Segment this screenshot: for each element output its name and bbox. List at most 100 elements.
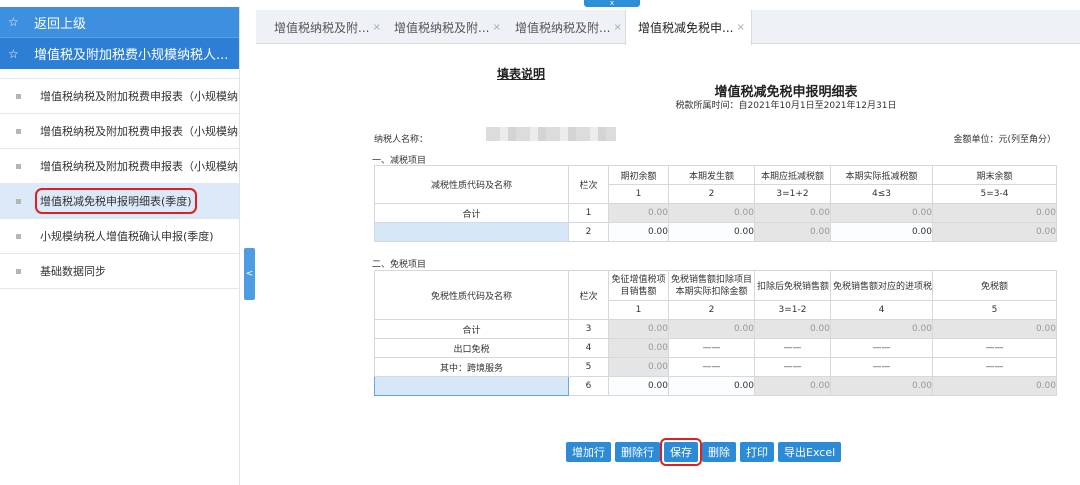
header-actual-deducted: 本期实际抵减税额: [830, 165, 933, 185]
sidebar-back-label: 返回上级: [34, 16, 87, 32]
app-root: x ☆ 返回上级 ☆ 增值税及附加税费小规模纳税人... 增值税纳税及附加税费申…: [0, 0, 1080, 485]
header-input-tax: 免税销售额对应的进项税额: [830, 270, 933, 301]
sidebar-section-header[interactable]: ☆ 增值税及附加税费小规模纳税人...: [0, 37, 239, 69]
star-icon: ☆: [8, 15, 19, 29]
cell-input[interactable]: 0.00: [608, 222, 669, 242]
header-exempt-name: 免税性质代码及名称: [374, 270, 569, 320]
cell-input[interactable]: 0.00: [668, 222, 755, 242]
sidebar-section-label: 增值税及附加税费小规模纳税人...: [34, 48, 229, 63]
row-line: 2: [568, 222, 609, 242]
cell-dash: ——: [932, 357, 1057, 377]
tab-label: 增值税纳税及附...: [394, 20, 490, 35]
form-content: 填表说明 增值税减免税申报明细表 税款所属时间：自2021年10月1日至2021…: [256, 45, 1080, 485]
header-current-amount: 本期发生额: [668, 165, 755, 185]
colnum: 1: [608, 184, 669, 204]
bullet-icon: [16, 93, 21, 99]
cell-value: 0.00: [668, 319, 755, 339]
sidebar-item-vat-return-3[interactable]: 增值税纳税及附加税费申报表（小规模纳...: [0, 149, 239, 184]
table-header-row: 免税性质代码及名称 栏次 免征增值税项目销售额 免税销售额扣除项目本期实际扣除金…: [374, 270, 1057, 320]
cell-input[interactable]: 0.00: [830, 222, 933, 242]
sidebar-item-label: 增值税纳税及附加税费申报表（小规模纳...: [40, 160, 239, 173]
bullet-icon: [16, 233, 21, 239]
cell-input[interactable]: 0.00: [668, 376, 755, 396]
header-closing-balance: 期末余额: [932, 165, 1057, 185]
table-row: 其中：跨境服务 5 0.00 —— —— —— ——: [374, 357, 1057, 377]
section-exempt-label: 二、免税项目: [372, 260, 427, 270]
cell-value: 0.00: [932, 222, 1057, 242]
cell-value: 0.00: [932, 376, 1057, 396]
exempt-table: 免税性质代码及名称 栏次 免征增值税项目销售额 免税销售额扣除项目本期实际扣除金…: [374, 270, 1057, 396]
cell-dash: ——: [932, 338, 1057, 358]
close-icon[interactable]: ×: [613, 22, 621, 33]
cell-value: 0.00: [668, 203, 755, 223]
tab-label: 增值税减免税申...: [638, 21, 734, 35]
cell-value: 0.00: [830, 203, 933, 223]
sidebar-item-reduction-detail[interactable]: 增值税减免税申报明细表(季度): [0, 184, 239, 219]
row-line: 1: [568, 203, 609, 223]
main-area: 增值税纳税及附... × 增值税纳税及附... × 增值税纳税及附... × 增值税减…: [256, 0, 1080, 485]
header-exempt-sales: 免征增值税项目销售额: [608, 270, 669, 301]
cell-value: 0.00: [932, 203, 1057, 223]
row-name: 合计: [374, 319, 569, 339]
row-line: 4: [568, 338, 609, 358]
table-row: 出口免税 4 0.00 —— —— —— ——: [374, 338, 1057, 358]
colnum: 3=1-2: [754, 300, 831, 320]
chevron-left-icon: <: [245, 269, 254, 279]
exempt-code-select[interactable]: [374, 376, 569, 396]
header-line: 栏次: [568, 165, 609, 204]
table-row: 6 0.00 0.00 0.00 0.00 0.00: [374, 376, 1057, 396]
delete-row-button[interactable]: 删除行: [615, 442, 660, 462]
sidebar-item-label: 小规模纳税人增值税确认申报(季度): [40, 230, 214, 243]
tab-vat-return-1[interactable]: 增值税纳税及附... ×: [256, 10, 381, 44]
fill-instructions-link[interactable]: 填表说明: [497, 65, 545, 82]
cell-dash: ——: [754, 357, 831, 377]
table-row: 2 0.00 0.00 0.00 0.00 0.00: [374, 222, 1057, 242]
cell-value: 0.00: [608, 203, 669, 223]
sidebar-collapse-tab[interactable]: <: [244, 248, 255, 300]
header-line: 栏次: [568, 270, 609, 320]
tab-vat-return-3[interactable]: 增值税纳税及附... ×: [497, 10, 622, 44]
header-deduction-amount: 免税销售额扣除项目本期实际扣除金额: [668, 270, 755, 301]
bullet-icon: [16, 268, 21, 274]
cell-input[interactable]: 0.00: [608, 376, 669, 396]
cell-value: 0.00: [830, 319, 933, 339]
row-line: 6: [568, 376, 609, 396]
sidebar-item-vat-return-2[interactable]: 增值税纳税及附加税费申报表（小规模纳...: [0, 114, 239, 149]
tab-reduction-detail[interactable]: 增值税减免税申... ×: [625, 10, 752, 45]
bullet-icon: [16, 128, 21, 134]
sidebar-item-data-sync[interactable]: 基础数据同步: [0, 254, 239, 289]
header-reduction-name: 减税性质代码及名称: [374, 165, 569, 204]
cell-dash: ——: [668, 357, 755, 377]
save-button[interactable]: 保存: [660, 438, 702, 466]
sidebar-item-label: 基础数据同步: [40, 265, 106, 278]
taxpayer-name-redacted: [486, 127, 616, 141]
sidebar-item-label: 增值税纳税及附加税费申报表（小规模纳...: [40, 125, 239, 138]
colnum: 3=1+2: [754, 184, 831, 204]
table-row: 合计 1 0.00 0.00 0.00 0.00 0.00: [374, 203, 1057, 223]
sidebar-item-vat-return-1[interactable]: 增值税纳税及附加税费申报表（小规模纳...: [0, 79, 239, 114]
header-deductible: 本期应抵减税额: [754, 165, 831, 185]
reduction-table: 减税性质代码及名称 栏次 期初余额 本期发生额 本期应抵减税额 本期实际抵减税额…: [374, 165, 1057, 242]
close-icon[interactable]: ×: [736, 22, 744, 33]
add-row-button[interactable]: 增加行: [566, 442, 611, 462]
row-line: 3: [568, 319, 609, 339]
header-net-exempt-sales: 扣除后免税销售额: [754, 270, 831, 301]
colnum: 2: [668, 184, 755, 204]
colnum: 2: [668, 300, 755, 320]
colnum: 5=3-4: [932, 184, 1057, 204]
sidebar-back-button[interactable]: ☆ 返回上级: [0, 7, 239, 37]
delete-button[interactable]: 删除: [702, 442, 736, 462]
header-exempt-amount: 免税额: [932, 270, 1057, 301]
cell-value: 0.00: [754, 203, 831, 223]
sidebar-item-label: 增值税减免税申报明细表(季度): [35, 188, 197, 214]
colnum: 4: [830, 300, 933, 320]
sidebar-item-confirm-filing[interactable]: 小规模纳税人增值税确认申报(季度): [0, 219, 239, 254]
header-opening-balance: 期初余额: [608, 165, 669, 185]
tax-period: 税款所属时间：自2021年10月1日至2021年12月31日: [675, 101, 897, 111]
bullet-icon: [16, 163, 21, 169]
export-excel-button[interactable]: 导出Excel: [778, 442, 842, 462]
reduction-code-select[interactable]: [374, 222, 569, 242]
tab-vat-return-2[interactable]: 增值税纳税及附... ×: [376, 10, 501, 44]
amount-unit-label: 金额单位：元(列至角分）: [953, 135, 1056, 145]
print-button[interactable]: 打印: [740, 442, 774, 462]
